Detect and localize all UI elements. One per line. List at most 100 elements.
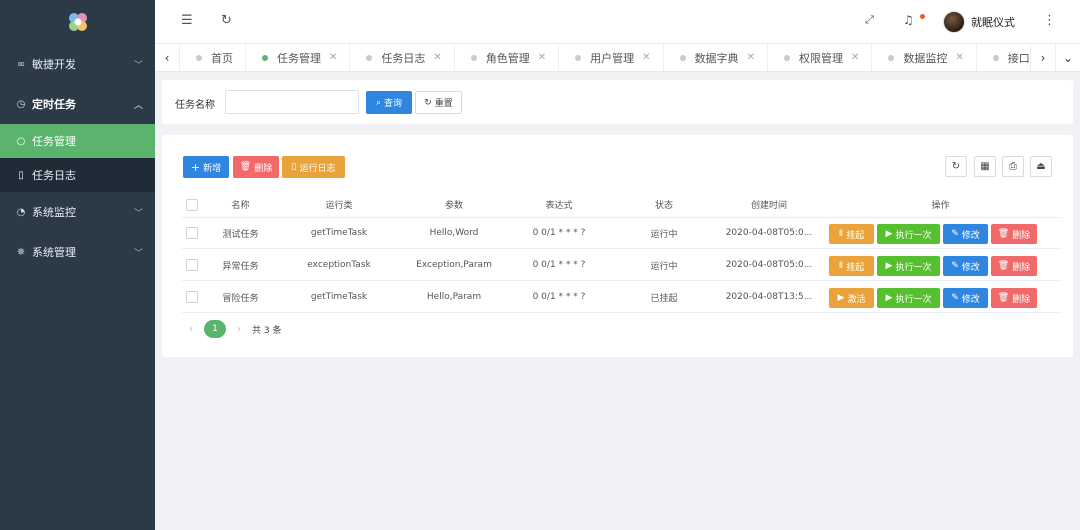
run-once-button[interactable]: ▶ 执行一次: [877, 288, 940, 308]
gear-icon: ✵: [16, 246, 26, 258]
sidebar-item-scheduled-tasks[interactable]: ◷ 定时任务 ︿: [0, 84, 155, 124]
tab-scroll-left-button[interactable]: ‹: [155, 44, 180, 71]
row-select-cell: [182, 250, 202, 280]
sidebar-item-label: 定时任务: [32, 98, 76, 111]
tab-scroll-right-button[interactable]: ›: [1030, 44, 1055, 71]
export-icon[interactable]: ⏏: [1030, 156, 1052, 177]
edit-button-label: 修改: [961, 262, 980, 273]
tab-label: 数据字典: [694, 51, 739, 65]
tab-8[interactable]: 接口文档✕: [977, 44, 1030, 71]
delete-button-label: 删除: [1012, 294, 1031, 305]
refresh-icon[interactable]: ↻: [221, 13, 232, 28]
trash-icon: 🗑: [997, 229, 1010, 239]
add-button[interactable]: + 新增: [183, 156, 229, 178]
columns-icon[interactable]: ▦: [974, 156, 996, 177]
row-select-cell: [182, 282, 202, 312]
cell-created: 2020-04-08T13:5...: [725, 292, 813, 302]
close-icon[interactable]: ✕: [538, 52, 546, 63]
chevron-down-icon: ﹀: [133, 209, 143, 219]
cell-expr: 0 0/1 * * * ?: [532, 292, 586, 302]
suspend-button-label: 挂起: [846, 262, 865, 273]
activate-button[interactable]: ▶ 激活: [829, 288, 874, 308]
delete-button[interactable]: 🗑 删除: [991, 224, 1037, 244]
trash-icon: 🗑: [997, 293, 1010, 303]
username[interactable]: 就眠仪式: [971, 14, 1015, 30]
tab-status-dot: [575, 54, 582, 61]
tab-1[interactable]: 任务管理 ✕: [246, 44, 351, 71]
delete-button[interactable]: 🗑 删除: [991, 288, 1037, 308]
next-page-icon[interactable]: ›: [230, 324, 248, 335]
avatar[interactable]: [943, 11, 965, 33]
edit-button[interactable]: ✎ 修改: [943, 288, 988, 308]
run-once-button[interactable]: ▶ 执行一次: [877, 256, 940, 276]
prev-page-icon[interactable]: ‹: [182, 324, 200, 335]
task-name-input[interactable]: [225, 90, 359, 114]
close-icon[interactable]: ✕: [747, 52, 755, 63]
reset-button[interactable]: ↻ 重置: [415, 91, 462, 114]
bell-icon[interactable]: ♫: [903, 13, 914, 27]
column-header: 参数: [444, 201, 463, 211]
tab-7[interactable]: 数据监控 ✕: [872, 44, 977, 71]
chevron-down-icon: ﹀: [133, 61, 143, 71]
tab-5[interactable]: 数据字典 ✕: [664, 44, 768, 71]
table-header: 名称 运行类 参数 表达式 状态 创建时间 操作: [182, 192, 1062, 218]
run-once-button[interactable]: ▶ 执行一次: [877, 224, 940, 244]
tab-2[interactable]: 任务日志 ✕: [350, 44, 455, 71]
cell-name: 冒险任务: [222, 293, 259, 304]
suspend-button[interactable]: Ⅱ 挂起: [829, 256, 874, 276]
reset-button-label: 重置: [434, 99, 453, 109]
cell-status: 运行中: [650, 261, 678, 272]
cell-status: 运行中: [650, 229, 678, 240]
logo[interactable]: [0, 0, 155, 44]
sidebar: ∞ 敏捷开发 ﹀ ◷ 定时任务 ︿ ○ 任务管理 ▯ 任务日志 ◔ 系统监控 ﹀…: [0, 0, 155, 530]
cell-params: Hello,Param: [426, 292, 482, 302]
sidebar-item-task-log[interactable]: ▯ 任务日志: [0, 158, 155, 192]
query-button[interactable]: ⌕ 查询: [366, 91, 412, 114]
edit-button-label: 修改: [961, 294, 980, 305]
fullscreen-icon[interactable]: ⤢: [865, 13, 874, 27]
edit-button[interactable]: ✎ 修改: [943, 224, 988, 244]
more-vertical-icon[interactable]: ⋮: [1043, 13, 1056, 28]
column-header: 运行类: [325, 201, 353, 211]
cell-class: getTimeTask: [310, 292, 368, 302]
suspend-button[interactable]: Ⅱ 挂起: [829, 224, 874, 244]
tab-4[interactable]: 用户管理 ✕: [559, 44, 664, 71]
sidebar-item-task-management[interactable]: ○ 任务管理: [0, 124, 155, 158]
row-checkbox[interactable]: [186, 291, 198, 303]
close-icon[interactable]: ✕: [851, 52, 859, 63]
select-all-checkbox[interactable]: [186, 198, 198, 211]
delete-button-label: 删除: [1012, 262, 1031, 273]
refresh-icon[interactable]: ↻: [945, 156, 967, 177]
play-icon: ▶: [837, 293, 845, 303]
tab-6[interactable]: 权限管理 ✕: [768, 44, 873, 71]
run-once-button-label: 执行一次: [895, 262, 932, 273]
sidebar-item-agile-dev[interactable]: ∞ 敏捷开发 ﹀: [0, 44, 155, 84]
page-number-current[interactable]: 1: [204, 320, 226, 338]
tab-status-dot: [679, 54, 686, 61]
close-icon[interactable]: ✕: [329, 52, 337, 63]
sidebar-item-system-management[interactable]: ✵ 系统管理 ﹀: [0, 232, 155, 272]
tab-label: 权限管理: [798, 51, 843, 65]
close-icon[interactable]: ✕: [955, 52, 963, 63]
delete-button[interactable]: 🗑 删除: [991, 256, 1037, 276]
edit-button[interactable]: ✎ 修改: [943, 256, 988, 276]
print-icon[interactable]: ⎙: [1002, 156, 1024, 177]
table-row: 测试任务 getTimeTask Hello,Word 0 0/1 * * * ? 运行…: [182, 218, 1062, 249]
row-checkbox[interactable]: [186, 227, 198, 239]
close-icon[interactable]: ✕: [433, 52, 441, 63]
tab-0[interactable]: 首页: [180, 44, 246, 71]
tab-list: 首页 任务管理 ✕ 任务日志 ✕ 角色管理 ✕ 用户管理 ✕ 数据字典 ✕ 权限管理 ✕ 数据监控 ✕ 接口文…: [180, 44, 1030, 71]
run-log-button[interactable]: ▯ 运行日志: [282, 156, 345, 178]
close-icon[interactable]: ✕: [642, 52, 650, 63]
batch-delete-button[interactable]: 🗑 删除: [233, 156, 279, 178]
menu-collapse-icon[interactable]: ☰: [181, 13, 193, 28]
sidebar-item-system-monitor[interactable]: ◔ 系统监控 ﹀: [0, 192, 155, 232]
sidebar-item-label: 敏捷开发: [32, 58, 76, 71]
tab-status-dot: [783, 54, 790, 61]
delete-button-label: 删除: [1012, 230, 1031, 241]
cell-status: 已挂起: [650, 293, 678, 304]
tab-dropdown-button[interactable]: ⌄: [1055, 44, 1080, 71]
tab-3[interactable]: 角色管理 ✕: [455, 44, 560, 71]
row-checkbox[interactable]: [186, 259, 198, 271]
run-once-button-label: 执行一次: [895, 294, 932, 305]
